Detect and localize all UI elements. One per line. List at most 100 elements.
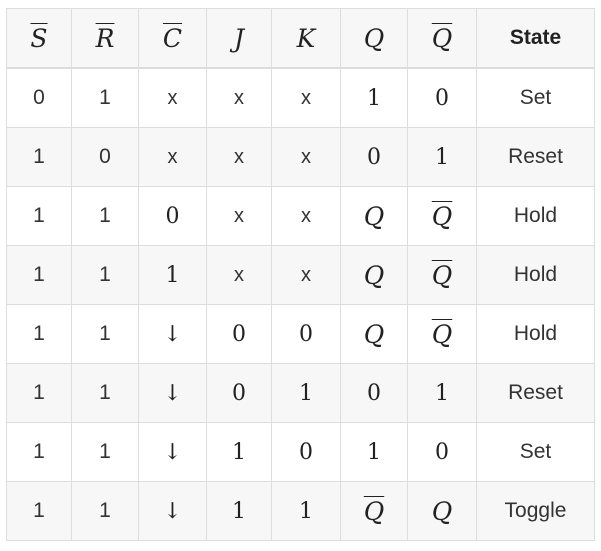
cell-value: Reset xyxy=(508,381,563,404)
cell-k: x xyxy=(271,127,341,187)
cell-q-bar: 0 xyxy=(407,67,477,128)
column-header-q: Q xyxy=(340,8,408,69)
cell-r-bar: 0 xyxy=(71,127,139,187)
cell-value: 1 xyxy=(435,380,449,406)
cell-q-bar: 1 xyxy=(407,363,477,423)
cell-state: Hold xyxy=(476,186,595,246)
cell-value: 1 xyxy=(367,85,381,111)
column-header-j: J xyxy=(206,8,272,69)
table-header: S R C J K Q Q State xyxy=(6,8,595,69)
cell-value: Q xyxy=(431,260,453,290)
cell-value: x xyxy=(301,263,311,286)
cell-value: 1 xyxy=(33,204,45,227)
cell-value: x xyxy=(234,204,244,227)
cell-value: 1 xyxy=(99,381,111,404)
cell-r-bar: 1 xyxy=(71,481,139,541)
table-row: 1 1 0 x x Q Q Hold xyxy=(6,186,595,246)
cell-value: Q xyxy=(363,260,385,290)
cell-value: 1 xyxy=(33,145,45,168)
cell-value: 1 xyxy=(435,144,449,170)
cell-q: 1 xyxy=(340,67,408,128)
cell-value: 1 xyxy=(299,498,313,524)
table-row: 1 1 ↓ 1 1 Q Q Toggle xyxy=(6,481,595,541)
table-row: 1 1 1 x x Q Q Hold xyxy=(6,245,595,305)
cell-value: 1 xyxy=(165,262,180,288)
cell-value: 0 xyxy=(299,321,313,347)
cell-c-bar: ↓ xyxy=(138,363,207,423)
cell-value: x xyxy=(234,145,244,168)
cell-value: Q xyxy=(363,201,385,231)
cell-c-bar: ↓ xyxy=(138,304,207,364)
cell-q: Q xyxy=(340,304,408,364)
cell-s-bar: 1 xyxy=(6,422,72,482)
cell-value: Set xyxy=(519,86,552,109)
cell-value: Q xyxy=(431,319,453,349)
cell-j: x xyxy=(206,127,272,187)
cell-state: Set xyxy=(476,67,595,128)
cell-q-bar: 1 xyxy=(407,127,477,187)
cell-value: 0 xyxy=(299,439,313,465)
cell-s-bar: 1 xyxy=(6,127,72,187)
cell-value: ↓ xyxy=(163,321,182,347)
cell-value: 1 xyxy=(33,499,45,522)
header-row: S R C J K Q Q State xyxy=(6,8,595,69)
table-row: 1 1 ↓ 0 0 Q Q Hold xyxy=(6,304,595,364)
cell-q-bar: Q xyxy=(407,481,477,541)
cell-s-bar: 1 xyxy=(6,481,72,541)
cell-value: 1 xyxy=(367,439,381,465)
cell-r-bar: 1 xyxy=(71,304,139,364)
cell-value: Reset xyxy=(508,145,563,168)
cell-r-bar: 1 xyxy=(71,363,139,423)
cell-c-bar: 1 xyxy=(138,245,207,305)
cell-value: Q xyxy=(363,496,385,526)
cell-value: 0 xyxy=(99,145,111,168)
cell-value: 1 xyxy=(33,263,45,286)
cell-value: 1 xyxy=(99,263,111,286)
cell-value: 0 xyxy=(367,144,381,170)
cell-value: 1 xyxy=(299,380,313,406)
cell-value: x xyxy=(167,86,178,109)
cell-value: 0 xyxy=(435,439,449,465)
column-header-s-bar: S xyxy=(6,8,72,69)
cell-r-bar: 1 xyxy=(71,245,139,305)
column-header-r-bar: R xyxy=(71,8,139,69)
cell-value: 1 xyxy=(99,440,111,463)
cell-value: 0 xyxy=(367,380,381,406)
cell-value: Q xyxy=(431,496,453,526)
column-header-label: J xyxy=(233,23,245,53)
cell-value: Hold xyxy=(513,263,558,286)
cell-q-bar: 0 xyxy=(407,422,477,482)
cell-k: x xyxy=(271,186,341,246)
column-header-c-bar: C xyxy=(138,8,207,69)
cell-j: 0 xyxy=(206,304,272,364)
cell-state: Reset xyxy=(476,127,595,187)
cell-q: 1 xyxy=(340,422,408,482)
cell-j: x xyxy=(206,245,272,305)
table-body: 0 1 x x x 1 0 Set 1 0 x x x 0 1 Reset 1 1 0 x x Q Q Hold 1 1 1 x x Q Q… xyxy=(6,67,595,541)
cell-q: Q xyxy=(340,245,408,305)
cell-r-bar: 1 xyxy=(71,422,139,482)
cell-value: 0 xyxy=(435,85,449,111)
column-header-label: Q xyxy=(431,23,453,53)
cell-r-bar: 1 xyxy=(71,186,139,246)
cell-value: 1 xyxy=(99,322,111,345)
cell-value: ↓ xyxy=(163,380,182,406)
cell-value: 1 xyxy=(33,322,45,345)
cell-value: Toggle xyxy=(504,499,567,522)
cell-state: Toggle xyxy=(476,481,595,541)
cell-c-bar: x xyxy=(138,127,207,187)
cell-k: 0 xyxy=(271,304,341,364)
cell-value: x xyxy=(167,145,178,168)
column-header-label: State xyxy=(509,26,562,49)
column-header-label: Q xyxy=(363,23,385,53)
cell-value: 1 xyxy=(99,204,111,227)
column-header-label: K xyxy=(296,23,316,53)
cell-value: 1 xyxy=(99,86,111,109)
cell-r-bar: 1 xyxy=(71,67,139,128)
column-header-q-bar: Q xyxy=(407,8,477,69)
cell-s-bar: 1 xyxy=(6,363,72,423)
cell-c-bar: 0 xyxy=(138,186,207,246)
column-header-label: S xyxy=(30,23,48,53)
cell-value: 1 xyxy=(232,498,246,524)
cell-q-bar: Q xyxy=(407,186,477,246)
